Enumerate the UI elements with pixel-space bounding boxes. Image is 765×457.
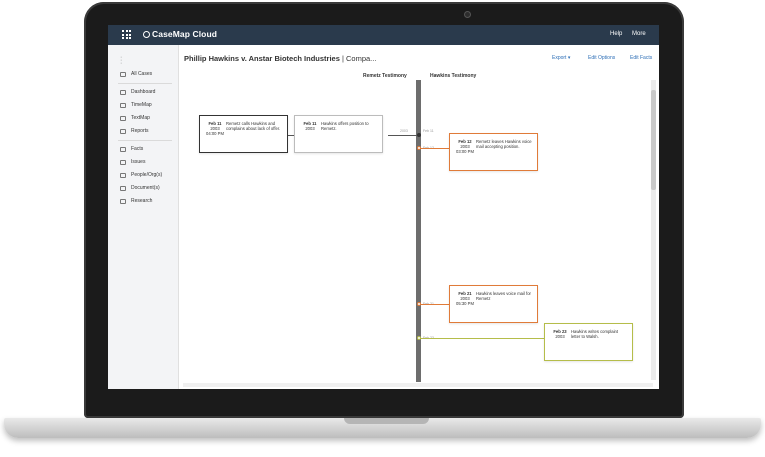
app-screen: CaseMap Cloud Help More · · · All Cases Da… [108,25,659,389]
reports-icon [120,128,126,134]
event-connector [421,304,449,305]
sidebar-item-facts[interactable]: Facts [120,146,143,152]
sidebar-item-reports[interactable]: Reports [120,128,149,134]
sidebar: · · · All Cases Dashboard TimeMap TextMap … [108,45,179,389]
divider [118,140,172,141]
top-nav-bar: CaseMap Cloud Help More [108,25,659,45]
lane-header-hawkins: Hawkins Testimony [430,73,477,79]
export-button[interactable]: Export ▾ [552,55,570,61]
issues-icon [120,159,126,165]
sidebar-item-timemap[interactable]: TimeMap [120,102,152,108]
logo-icon [143,31,150,38]
event-connector [421,148,449,149]
event-connector [388,135,418,136]
list-icon [120,71,126,77]
event-marker[interactable] [417,133,421,137]
edit-facts-button[interactable]: Edit Facts [630,55,652,61]
sidebar-item-all-cases[interactable]: All Cases [120,71,152,77]
divider [118,83,172,84]
document-icon [120,185,126,191]
facts-icon [120,146,126,152]
event-card[interactable]: Feb 12 2003 03:00 PM Remetz leaves Hawkins… [449,133,538,171]
sidebar-item-dashboard[interactable]: Dashboard [120,89,155,95]
dashboard-icon [120,89,126,95]
event-marker[interactable] [417,336,421,340]
timemap-icon [120,102,126,108]
research-icon [120,198,126,204]
event-card[interactable]: Feb 11 2003 Hawkins offers position to Re… [294,115,383,153]
scrollbar-thumb[interactable] [651,90,656,190]
more-menu[interactable]: More [632,31,646,37]
event-card[interactable]: Feb 23 2003 Hawkins writes complaint lett… [544,323,633,361]
vertical-scrollbar[interactable] [651,80,656,380]
page-title: Phillip Hawkins v. Anstar Biotech Indust… [184,54,377,63]
sidebar-item-research[interactable]: Research [120,198,152,204]
axis-tick: Feb 11 [423,129,434,133]
chevron-down-icon: ▾ [567,55,571,61]
app-grid-icon[interactable] [122,30,131,39]
edit-options-button[interactable]: Edit Options [588,55,615,61]
event-card[interactable]: Feb 21 2003 05:30 PM Hawkins leaves voice … [449,285,538,323]
horizontal-scrollbar[interactable] [183,383,653,387]
help-link[interactable]: Help [610,31,622,37]
people-icon [120,172,126,178]
event-marker[interactable] [417,146,421,150]
brand-logo[interactable]: CaseMap Cloud [143,29,217,39]
sidebar-item-documents[interactable]: Document(s) [120,185,160,191]
kebab-menu-icon[interactable]: · · · [120,54,122,67]
sidebar-item-issues[interactable]: Issues [120,159,145,165]
event-connector [421,338,544,339]
camera-icon [464,11,471,18]
textmap-icon [120,115,126,121]
laptop-base [4,418,761,438]
connector-label: 2003 [400,129,408,133]
event-marker[interactable] [417,302,421,306]
event-card[interactable]: Feb 11 2003 04:00 PM Remetz calls Hawkins … [199,115,288,153]
sidebar-item-people[interactable]: People/Org(s) [120,172,162,178]
lane-header-remetz: Remetz Testimony [363,73,407,79]
laptop-notch [344,418,429,424]
main-content: Phillip Hawkins v. Anstar Biotech Indust… [178,45,659,389]
sidebar-item-textmap[interactable]: TextMap [120,115,150,121]
